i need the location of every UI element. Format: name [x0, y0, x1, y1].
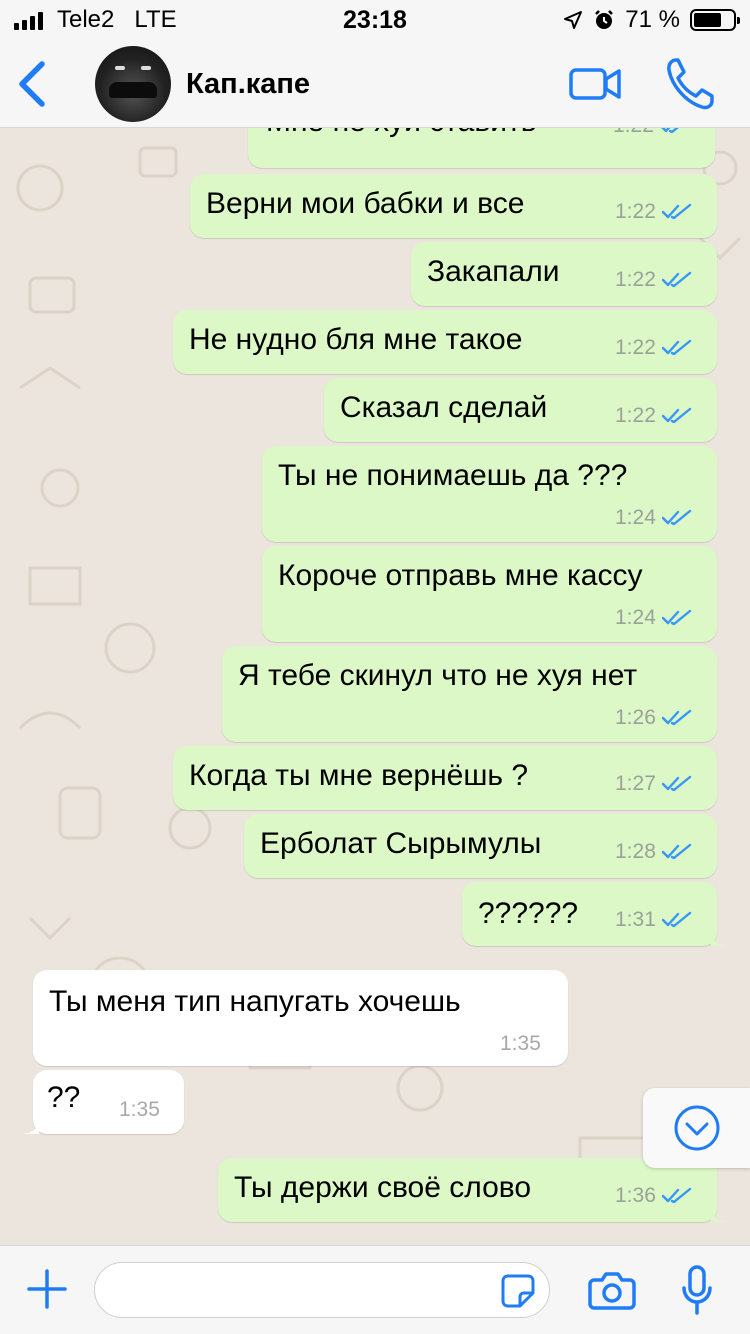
message-text: ??	[47, 1081, 81, 1114]
message-meta: 1:27	[615, 772, 692, 796]
camera-icon[interactable]	[588, 1268, 636, 1312]
message-meta: 1:24	[615, 506, 692, 530]
message-meta: 1:35	[500, 1032, 541, 1056]
plus-icon[interactable]	[26, 1268, 68, 1310]
status-bar: Tele2 LTE 23:18 71 %	[0, 0, 750, 40]
message-text: Ты не понимаешь да ???	[278, 459, 628, 492]
outgoing-message[interactable]: Сказал сделай 1:22	[324, 378, 717, 442]
message-text: Сказал сделай	[340, 391, 548, 424]
message-time: 1:22	[615, 404, 656, 427]
battery-percent: 71 %	[625, 6, 680, 33]
sticker-icon[interactable]	[500, 1273, 536, 1309]
phone-icon[interactable]	[664, 56, 716, 112]
chat-area[interactable]: Мне не хуи ставить1:22Верни мои бабки и …	[0, 128, 750, 1245]
message-time: 1:24	[615, 506, 656, 529]
microphone-icon[interactable]	[680, 1264, 714, 1316]
read-receipt-icon	[661, 709, 692, 726]
read-receipt-icon	[661, 339, 692, 356]
location-arrow-icon	[564, 11, 583, 29]
message-meta: 1:22	[615, 404, 692, 428]
avatar[interactable]	[95, 46, 171, 122]
bubble-tail	[711, 1206, 727, 1222]
read-receipt-icon	[661, 203, 692, 220]
video-camera-icon[interactable]	[568, 62, 622, 106]
message-text: ??????	[478, 897, 579, 930]
bubble-tail	[711, 930, 727, 946]
incoming-message[interactable]: ?? 1:35	[23, 1070, 184, 1134]
chevron-left-icon[interactable]	[12, 58, 52, 110]
read-receipt-icon	[661, 911, 692, 928]
read-receipt-icon	[661, 128, 679, 134]
whatsapp-chat-screen: Tele2 LTE 23:18 71 % Кап.капе Верни мои …	[0, 0, 750, 1334]
message-input[interactable]	[94, 1262, 550, 1318]
alarm-icon	[595, 10, 614, 29]
message-time: 1:22	[615, 336, 656, 359]
outgoing-message[interactable]: Короче отправь мне кассу 1:24	[262, 546, 717, 642]
avatar-car-image	[109, 82, 157, 98]
message-meta: 1:22	[615, 268, 692, 292]
message-meta: 1:26	[615, 706, 692, 730]
outgoing-message[interactable]: ?????? 1:31	[462, 882, 727, 946]
incoming-message[interactable]: Ты меня тип напугать хочешь 1:35	[33, 970, 568, 1066]
message-time: 1:35	[500, 1032, 541, 1055]
message-time: 1:22	[615, 200, 656, 223]
message-text: Закапали	[427, 255, 560, 288]
outgoing-message[interactable]: Верни мои бабки и все 1:22	[190, 174, 717, 238]
read-receipt-icon	[661, 1187, 692, 1204]
message-meta: 1:36	[615, 1184, 692, 1208]
message-meta: 1:22	[613, 128, 690, 138]
message-time: 1:22	[615, 268, 656, 291]
message-meta: 1:22	[615, 200, 692, 224]
contact-name[interactable]: Кап.капе	[186, 68, 310, 101]
message-time: 1:24	[615, 606, 656, 629]
message-text: Когда ты мне вернёшь ?	[189, 759, 529, 792]
chat-header: Кап.капе	[0, 40, 750, 128]
status-right: 71 %	[563, 6, 740, 34]
message-text: Ты держи своё слово	[234, 1171, 532, 1204]
chevron-down-circle-icon	[674, 1105, 720, 1151]
message-meta: 1:31	[615, 908, 692, 932]
message-text: Ерболат Сырымулы	[260, 827, 542, 860]
message-time: 1:28	[615, 840, 656, 863]
message-time: 1:26	[615, 706, 656, 729]
outgoing-message[interactable]: Не нудно бля мне такое 1:22	[173, 310, 717, 374]
read-receipt-icon	[661, 843, 692, 860]
read-receipt-icon	[661, 407, 692, 424]
outgoing-message[interactable]: Ты держи своё слово 1:36	[218, 1158, 727, 1222]
outgoing-message[interactable]: Мне не хуи ставить 1:22	[248, 128, 715, 168]
message-time: 1:35	[119, 1098, 160, 1121]
message-time: 1:27	[615, 772, 656, 795]
read-receipt-icon	[661, 271, 692, 288]
message-meta: 1:22	[615, 336, 692, 360]
read-receipt-icon	[661, 775, 692, 792]
message-text: Не нудно бля мне такое	[189, 323, 523, 356]
message-text: Короче отправь мне кассу	[278, 559, 643, 592]
read-receipt-icon	[661, 509, 692, 526]
message-time: 1:36	[615, 1184, 656, 1207]
message-meta: 1:28	[615, 840, 692, 864]
outgoing-message[interactable]: Ты не понимаешь да ??? 1:24	[262, 446, 717, 542]
outgoing-message[interactable]: Ерболат Сырымулы 1:28	[244, 814, 717, 878]
outgoing-message[interactable]: Я тебе скинул что не хуя нет 1:26	[222, 646, 717, 742]
message-text: Ты меня тип напугать хочешь	[49, 985, 461, 1018]
battery-icon	[690, 9, 740, 31]
message-time: 1:22	[613, 128, 654, 138]
message-text: Я тебе скинул что не хуя нет	[238, 659, 638, 692]
outgoing-message[interactable]: Закапали 1:22	[411, 242, 717, 306]
message-meta: 1:35	[119, 1098, 160, 1122]
message-text: Мне не хуи ставить	[266, 128, 536, 140]
message-meta: 1:24	[615, 606, 692, 630]
bubble-tail	[23, 1118, 39, 1134]
scroll-to-bottom-button[interactable]	[643, 1088, 750, 1168]
outgoing-message[interactable]: Когда ты мне вернёшь ? 1:27	[173, 746, 717, 810]
message-text: Верни мои бабки и все	[206, 187, 525, 220]
read-receipt-icon	[661, 609, 692, 626]
input-bar	[0, 1245, 750, 1334]
message-time: 1:31	[615, 908, 656, 931]
